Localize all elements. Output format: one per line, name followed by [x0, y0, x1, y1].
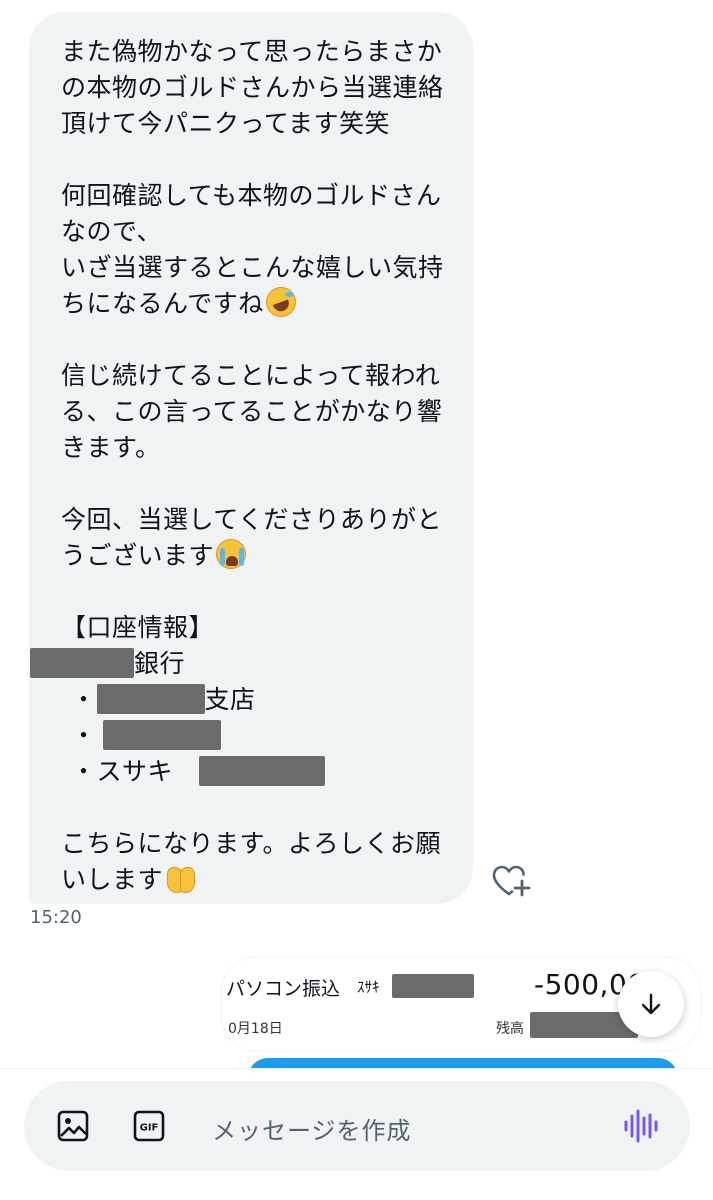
bullet: ・ [71, 721, 97, 750]
account-number-line: ・ [61, 718, 453, 754]
arrow-down-icon [641, 993, 661, 1015]
message-line: の本物のゴルドさんから当選連絡 [61, 73, 444, 102]
redacted-block [199, 756, 326, 786]
bank-name-line: 銀行 [30, 646, 453, 682]
message-line: 信じ続けてることによって報われ [61, 361, 441, 390]
message-text: いします [61, 865, 164, 894]
message-timestamp: 15:20 [30, 907, 82, 928]
bullet: ・ [71, 685, 97, 714]
bank-suffix: 銀行 [134, 649, 186, 678]
message-line: なので、 [61, 217, 163, 246]
scroll-to-bottom-button[interactable] [618, 971, 684, 1037]
message-text: ちになるんですね [61, 289, 264, 318]
voice-wave-icon [624, 1109, 658, 1143]
redacted-block [392, 974, 474, 998]
message-line: こちらになります。よろしくお願 [61, 829, 442, 858]
message-line: 頂けて今パニクってます笑笑 [61, 109, 391, 138]
branch-suffix: 支店 [204, 685, 256, 714]
composer-pill: GIF メッセージを作成 [24, 1081, 690, 1171]
redacted-block [102, 720, 221, 750]
sent-image-peek[interactable] [248, 1058, 678, 1068]
conversation-area: また偽物かなって思ったらまさか の本物のゴルドさんから当選連絡 頂けて今パニクっ… [0, 0, 713, 1068]
branch-line: ・ 支店 [61, 682, 453, 718]
received-message-bubble[interactable]: また偽物かなって思ったらまさか の本物のゴルドさんから当選連絡 頂けて今パニクっ… [29, 12, 473, 904]
message-text: うございます [61, 541, 215, 570]
rolling-laughing-emoji-icon [265, 287, 296, 317]
account-holder-line: ・スサキ [61, 754, 453, 790]
transfer-date: 0月18日 [228, 1021, 283, 1037]
attach-gif-button[interactable]: GIF [132, 1109, 166, 1143]
gif-label: GIF [140, 1123, 159, 1134]
message-line: いします [61, 862, 453, 898]
attach-image-button[interactable] [56, 1109, 90, 1143]
message-line: また偽物かなって思ったらまさか [61, 37, 443, 66]
heart-plus-icon [492, 865, 531, 897]
palms-up-emoji-icon [165, 863, 196, 893]
holder-prefix: ・スサキ [71, 757, 174, 786]
message-input[interactable]: メッセージを作成 [212, 1111, 412, 1146]
message-line: る、この言ってることがかなり響 [61, 397, 443, 426]
voice-message-button[interactable] [622, 1107, 658, 1145]
redacted-block [30, 648, 134, 678]
transfer-type-label: パソコン振込 [226, 978, 341, 1000]
message-composer-bar: GIF メッセージを作成 [0, 1068, 713, 1200]
recipient-kana: ｽｻｷ [357, 978, 380, 996]
crying-emoji-icon [216, 539, 247, 569]
add-reaction-button[interactable] [489, 860, 533, 904]
message-line: うございます [61, 538, 453, 574]
redacted-block [96, 684, 205, 714]
message-line: いざ当選するとこんな嬉しい気持 [61, 253, 444, 282]
message-line: 何回確認しても本物のゴルドさん [61, 181, 442, 210]
balance-label: 残高 [496, 1021, 524, 1037]
image-icon [57, 1110, 89, 1142]
message-line: きます。 [61, 433, 161, 462]
message-line: 今回、当選してくださりありがと [61, 505, 443, 534]
account-info-heading: 【口座情報】 [61, 613, 215, 642]
gif-icon: GIF [133, 1110, 165, 1142]
message-line: ちになるんですね [61, 286, 453, 322]
